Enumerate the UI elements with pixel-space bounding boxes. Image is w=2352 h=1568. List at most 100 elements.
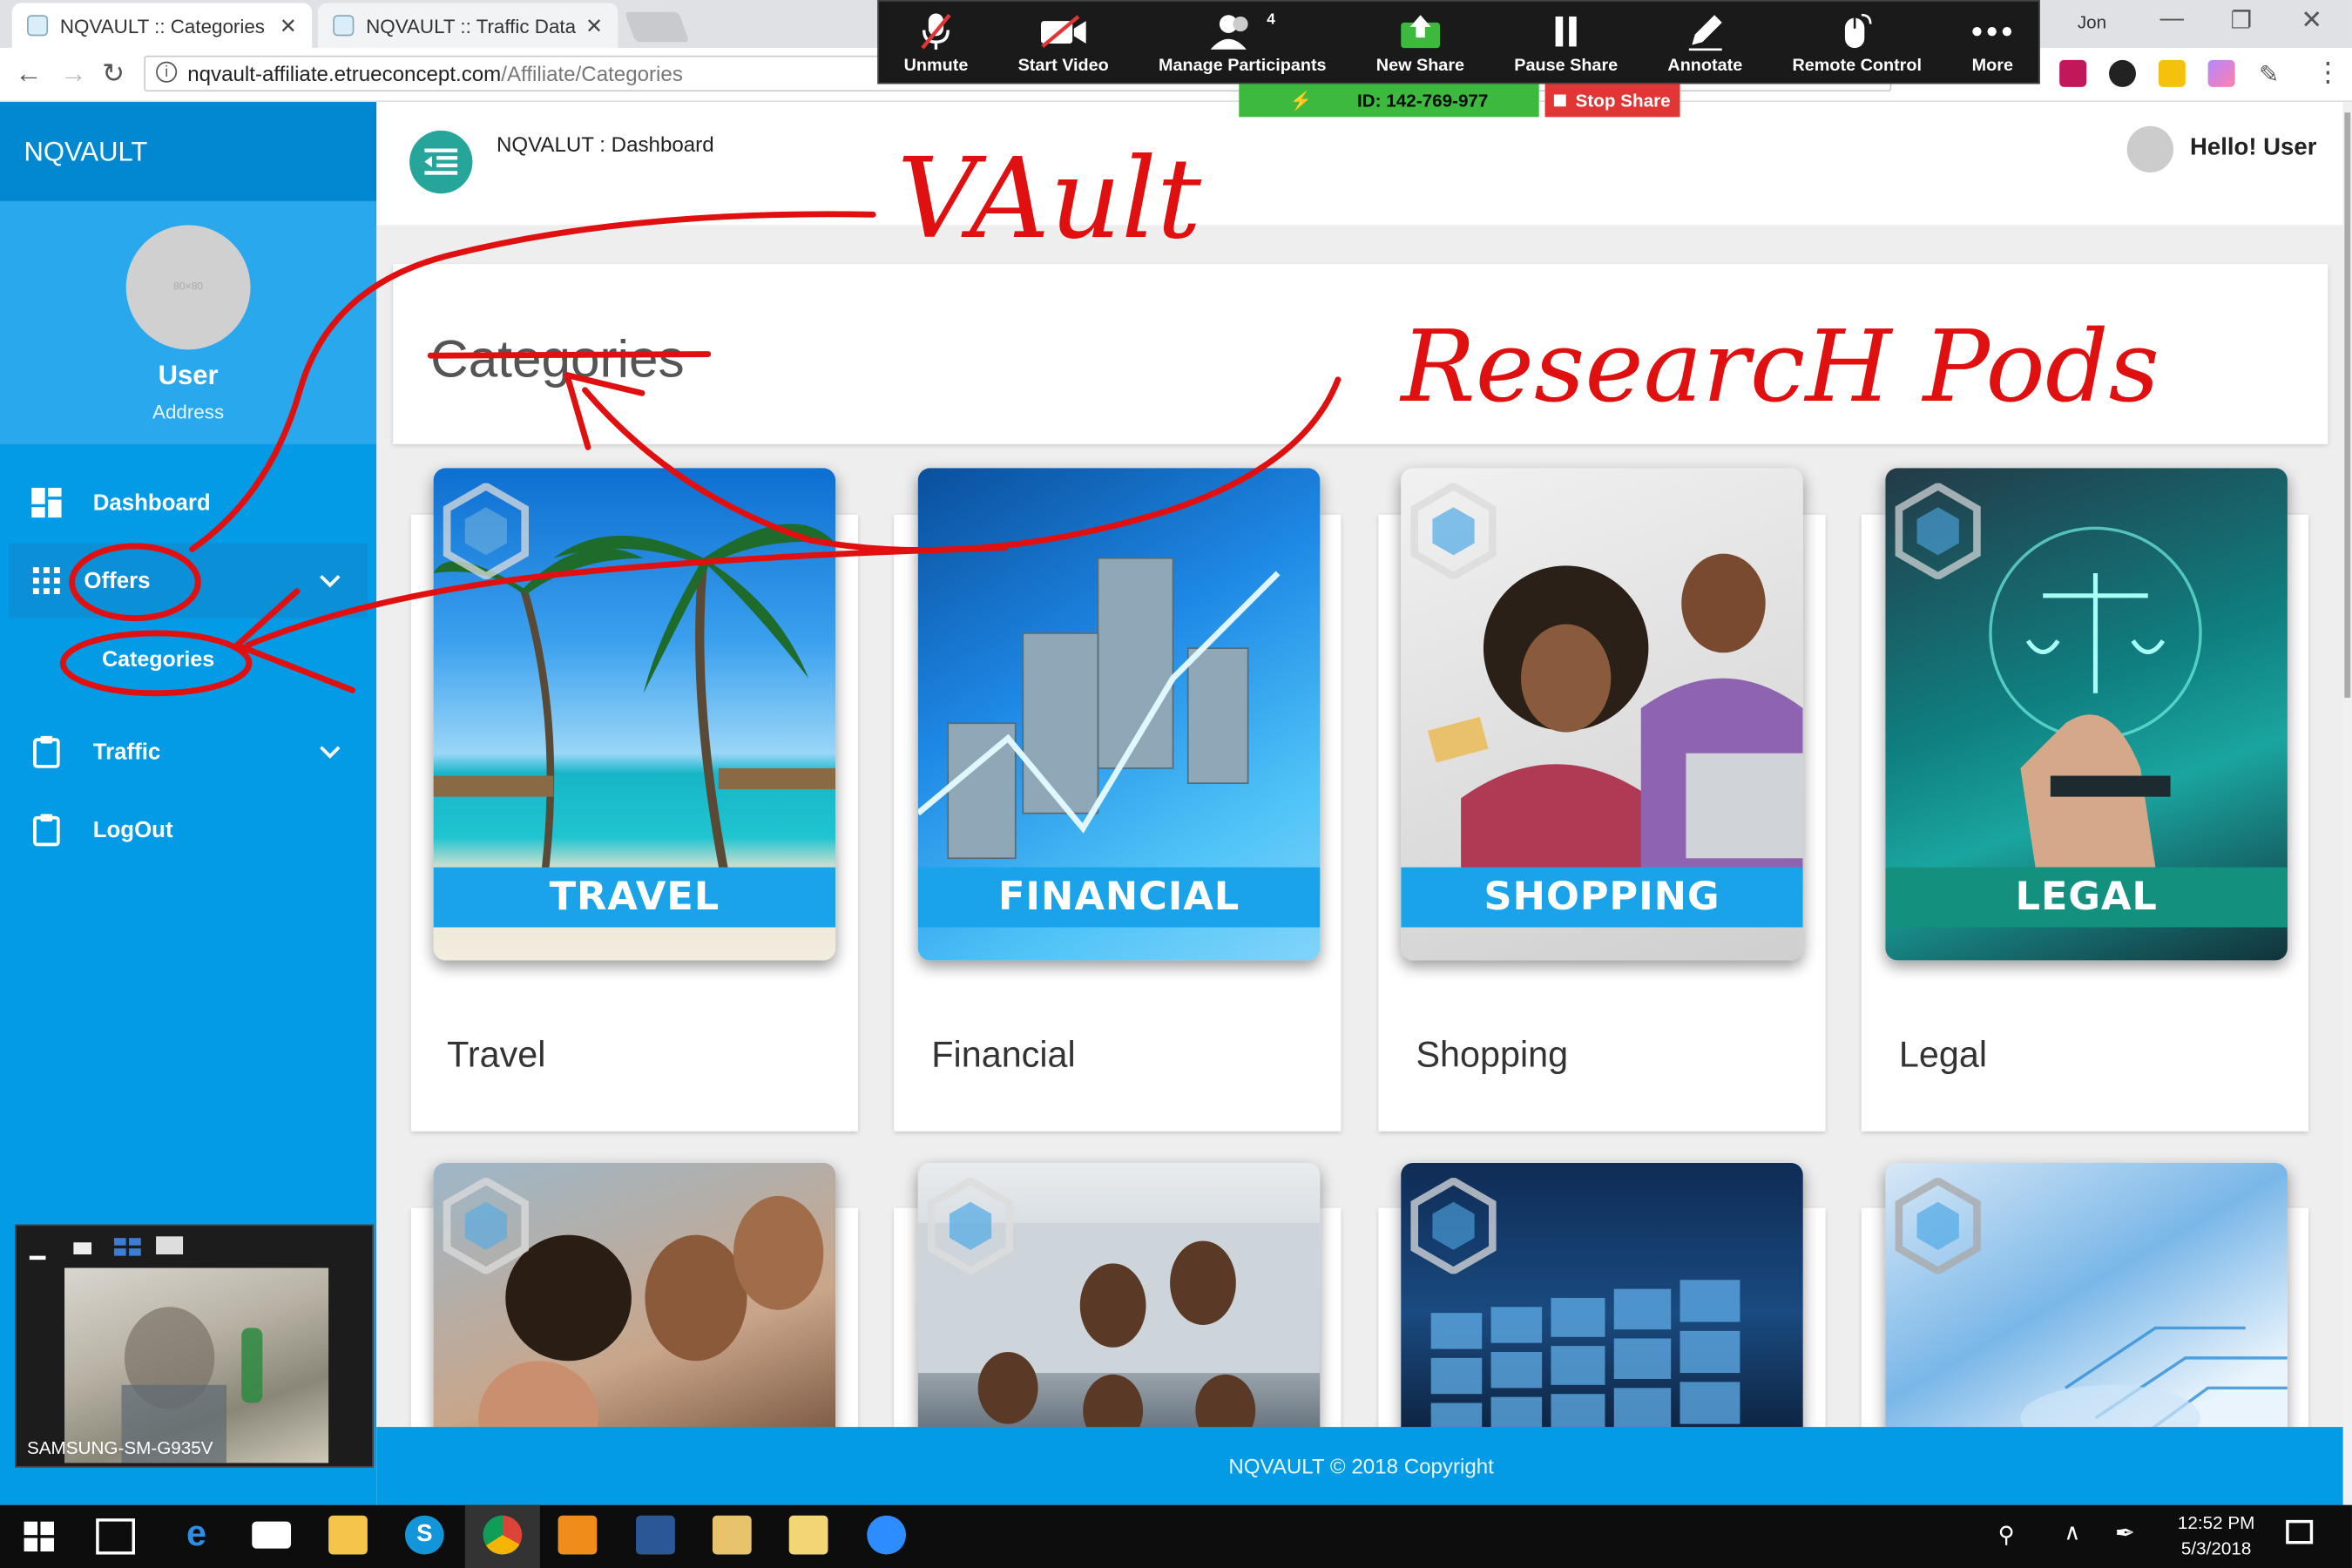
notifications-icon[interactable] <box>2286 1519 2314 1544</box>
browser-menu-icon[interactable]: ⋮ <box>2315 57 2342 88</box>
financial-banner: FINANCIAL <box>917 867 1321 928</box>
sticky-folder-icon[interactable] <box>788 1515 828 1555</box>
category-label-travel[interactable]: Travel <box>447 1036 545 1078</box>
home-category-image[interactable] <box>917 1162 1321 1463</box>
page-footer: NQVAULT © 2018 Copyright <box>376 1427 2347 1505</box>
category-label-legal[interactable]: Legal <box>1899 1036 1987 1078</box>
note-extension-icon[interactable] <box>2158 59 2186 87</box>
pause-share-button[interactable]: Pause Share <box>1490 2 1643 83</box>
pen-workspace-icon[interactable]: ✒ <box>2115 1518 2135 1548</box>
people-icon[interactable]: ⚲ <box>1998 1522 2015 1548</box>
share-screen-icon <box>1399 12 1441 51</box>
close-window-icon[interactable]: ✕ <box>2301 6 2322 36</box>
legal-category-image[interactable]: LEGAL <box>1885 468 2288 961</box>
sidebar-subitem-categories[interactable]: Categories <box>102 648 214 672</box>
remote-control-button[interactable]: Remote Control <box>1767 2 1947 83</box>
manage-participants-button[interactable]: 4 Manage Participants <box>1133 2 1351 83</box>
family-category-image[interactable] <box>433 1162 836 1463</box>
unmute-button[interactable]: Unmute <box>879 2 993 83</box>
sidebar-item-traffic[interactable]: Traffic <box>0 714 376 789</box>
financial-category-image[interactable]: FINANCIAL <box>917 468 1321 961</box>
windows-start-icon[interactable] <box>24 1521 54 1559</box>
shopping-category-image[interactable]: SHOPPING <box>1401 468 1803 961</box>
edge-browser-icon[interactable]: e <box>177 1515 216 1555</box>
reload-icon[interactable]: ↻ <box>102 58 125 90</box>
tab-title: NQVAULT :: Traffic Data R <box>366 14 577 37</box>
etqube-watermark-icon <box>443 483 529 579</box>
sublime-text-icon[interactable] <box>558 1515 598 1555</box>
header-avatar[interactable] <box>2126 125 2174 173</box>
back-arrow-icon[interactable]: ← <box>15 58 42 90</box>
camera-extension-icon[interactable] <box>2108 59 2136 87</box>
site-favicon-icon <box>26 15 49 37</box>
skype-icon[interactable]: S <box>404 1515 444 1555</box>
minimize-window-icon[interactable]: — <box>2160 6 2185 33</box>
tray-expand-icon[interactable]: ∧ <box>2064 1518 2080 1545</box>
sidebar-item-offers[interactable]: Offers <box>9 543 368 618</box>
camera-device-label: SAMSUNG-SM-G935V <box>26 1437 213 1459</box>
scrollbar-thumb[interactable] <box>2344 112 2351 698</box>
microphone-muted-icon <box>920 12 953 51</box>
etqube-watermark-icon <box>443 1178 529 1274</box>
participant-video-feed <box>64 1267 329 1463</box>
app-top-bar <box>376 102 2352 226</box>
chevron-down-icon <box>320 570 341 592</box>
browser-tab-categories[interactable]: NQVAULT :: Categories ✕ <box>11 3 313 49</box>
taskbar-clock[interactable]: 12:52 PM 5/3/2018 <box>2160 1511 2273 1563</box>
meeting-id-strip[interactable]: ⚡ ID: 142-769-977 <box>1239 84 1539 118</box>
task-view-icon[interactable] <box>96 1518 135 1555</box>
new-tab-button[interactable] <box>624 11 690 43</box>
annotate-button[interactable]: Annotate <box>1643 2 1767 83</box>
sidebar-item-label: Offers <box>84 567 151 594</box>
close-tab-icon[interactable]: ✕ <box>280 13 297 38</box>
clipboard-icon <box>0 814 93 847</box>
word-icon[interactable] <box>636 1515 675 1555</box>
stop-share-button[interactable]: Stop Share <box>1544 84 1680 118</box>
more-button[interactable]: More <box>1947 2 2038 83</box>
forward-arrow-icon[interactable]: → <box>60 58 87 90</box>
site-info-icon[interactable]: i <box>156 61 178 83</box>
fullscreen-video-icon[interactable] <box>156 1236 184 1255</box>
pocket-extension-icon[interactable] <box>2059 59 2087 87</box>
sidebar-toggle-button[interactable] <box>409 130 473 194</box>
url-host: nqvault-affiliate.etrueconcept.com <box>187 61 502 86</box>
technology-category-image[interactable] <box>1885 1162 2288 1463</box>
file-explorer-icon[interactable] <box>328 1515 368 1555</box>
media-category-image[interactable] <box>1401 1162 1803 1463</box>
sidebar-item-dashboard[interactable]: Dashboard <box>0 465 376 540</box>
tab-title: NQVAULT :: Categories <box>59 14 266 37</box>
stop-icon <box>1554 94 1567 107</box>
meeting-id: ID: 142-769-977 <box>1356 90 1489 112</box>
category-label-shopping[interactable]: Shopping <box>1416 1036 1568 1078</box>
connection-icon: ⚡ <box>1289 90 1313 112</box>
etqube-watermark-icon <box>1410 1178 1497 1274</box>
mail-icon[interactable] <box>252 1521 292 1549</box>
chrome-icon[interactable] <box>483 1515 523 1555</box>
restore-window-icon[interactable]: ❐ <box>2230 6 2252 36</box>
brand-title[interactable]: NQVAULT <box>0 102 377 201</box>
minimize-video-icon[interactable]: ▁ <box>30 1236 44 1260</box>
gallery-view-icon[interactable] <box>113 1236 141 1263</box>
pause-icon <box>1552 12 1579 51</box>
clipboard-icon <box>0 735 93 768</box>
avatar: 80×80 <box>125 225 251 350</box>
more-dots-icon <box>1971 12 2013 51</box>
user-greeting[interactable]: Hello! User <box>2190 135 2316 162</box>
new-share-button[interactable]: New Share <box>1351 2 1489 83</box>
category-label-financial[interactable]: Financial <box>931 1036 1075 1078</box>
color-extension-icon[interactable] <box>2207 59 2235 87</box>
user-name: User <box>158 360 219 390</box>
etqube-watermark-icon <box>1895 1178 1981 1274</box>
page-title: NQVALUT : Dashboard <box>496 132 714 157</box>
database-tool-icon[interactable] <box>712 1515 752 1555</box>
shrink-video-icon[interactable] <box>73 1242 92 1255</box>
sidebar-item-label: LogOut <box>92 816 173 843</box>
close-tab-icon[interactable]: ✕ <box>585 13 603 38</box>
eyedropper-extension-icon[interactable]: ✎ <box>2259 60 2286 88</box>
zoom-app-icon[interactable] <box>867 1515 907 1555</box>
browser-tab-traffic[interactable]: NQVAULT :: Traffic Data R ✕ <box>318 3 618 49</box>
travel-banner: TRAVEL <box>433 867 836 928</box>
travel-category-image[interactable]: TRAVEL <box>433 468 836 961</box>
start-video-button[interactable]: Start Video <box>993 2 1133 83</box>
sidebar-item-logout[interactable]: LogOut <box>0 792 376 867</box>
